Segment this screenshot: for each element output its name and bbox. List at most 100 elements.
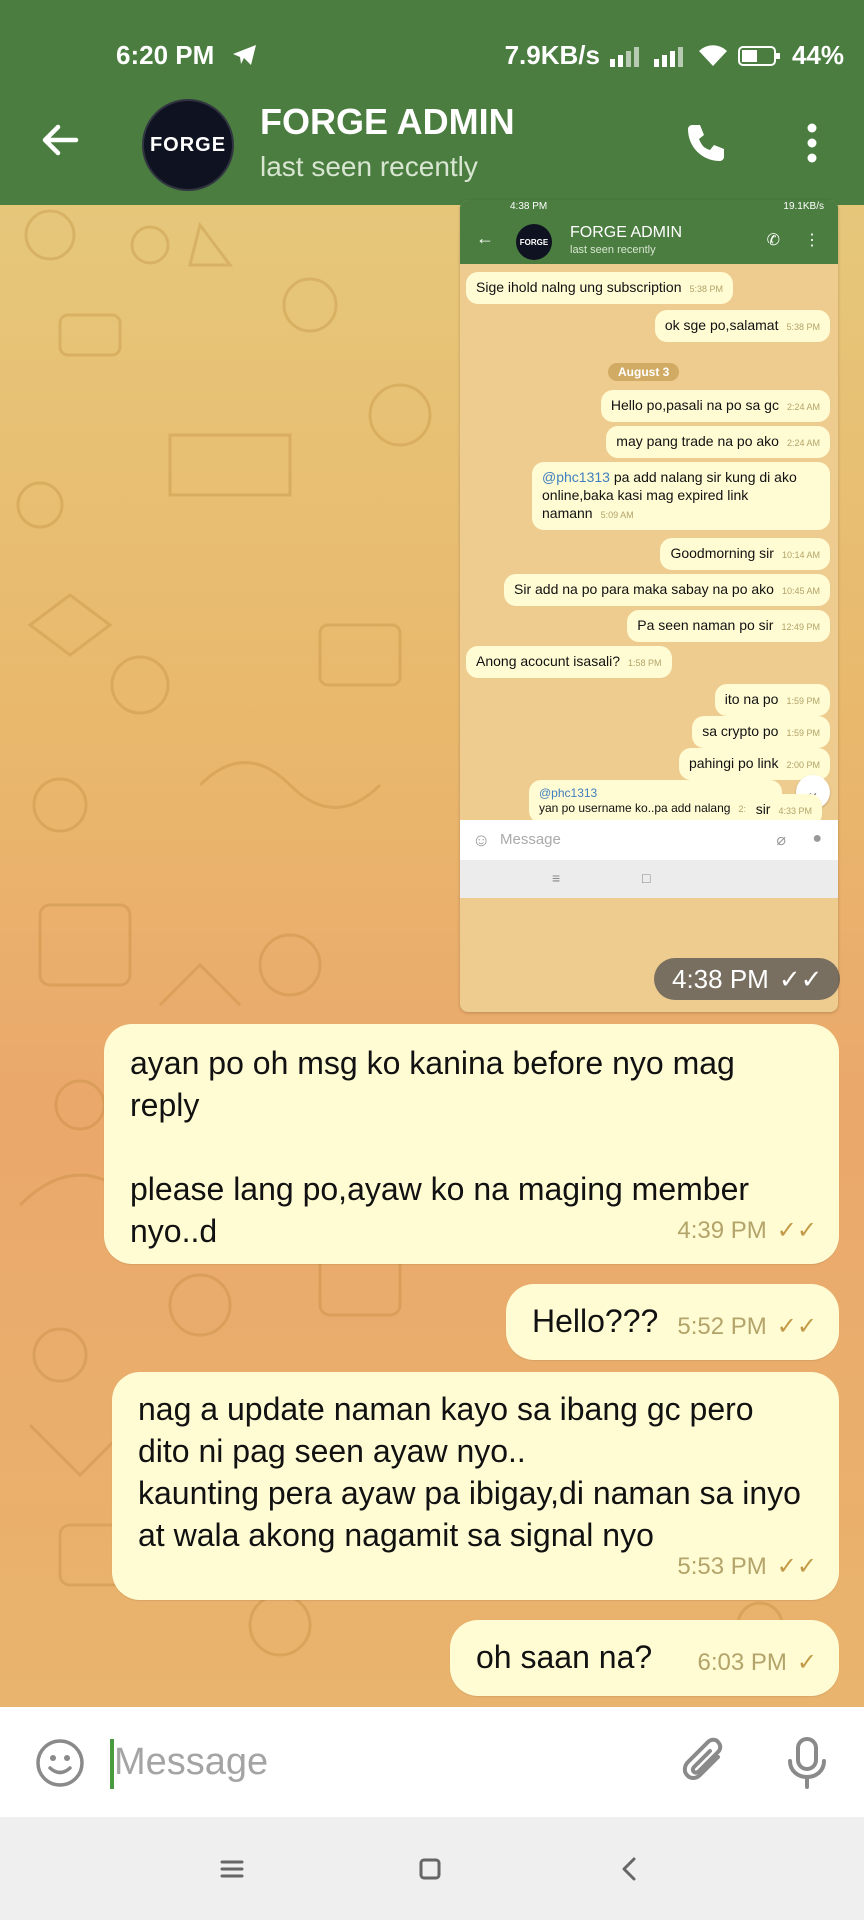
photo-msg-time: 2:00 PM — [786, 760, 820, 770]
photo-back-arrow-icon: ← — [476, 228, 494, 248]
more-vert-icon[interactable] — [796, 119, 828, 167]
message-time: 6:03 PM — [697, 1649, 787, 1676]
photo-msg-text: Goodmorning sir — [670, 545, 774, 561]
double-check-icon: ✓✓ — [776, 1217, 817, 1244]
photo-status-time: 4:38 PM — [510, 201, 548, 212]
photo-avatar: FORGE — [516, 224, 552, 260]
photo-emoji-icon: ☺ — [472, 830, 491, 850]
menu-icon[interactable] — [210, 1847, 254, 1891]
chat-header: FORGE FORGE ADMIN last seen recently — [0, 85, 864, 205]
photo-msg-time: 2:24 AM — [786, 438, 820, 448]
photo-input-placeholder: Message — [500, 831, 561, 848]
photo-status-speed: 19.1KB/s — [783, 201, 824, 212]
photo-msg-8: Anong acocunt isasali? 1:58 PM — [466, 646, 672, 678]
photo-msg-time: 10:14 AM — [781, 550, 820, 560]
telegram-notification-icon — [233, 45, 256, 65]
back-nav-icon[interactable] — [608, 1847, 652, 1891]
photo-msg-time: 5:38 PM — [786, 322, 820, 332]
message-meta: 5:52 PM ✓✓ — [677, 1306, 817, 1348]
photo-message[interactable]: 4:38 PM 19.1KB/s ← FORGE FORGE ADMIN las… — [460, 200, 838, 1012]
photo-input-bar: ☺ Message ⌀ ● — [460, 820, 838, 860]
photo-msg-text: Sige ihold nalng ung subscription — [476, 279, 682, 295]
system-nav-bar — [0, 1817, 864, 1920]
photo-msg-10: sa crypto po 1:59 PM — [692, 716, 830, 748]
photo-msg-time: 1:58 PM — [628, 658, 662, 668]
message-bubble[interactable]: oh saan na? 6:03 PM ✓ — [450, 1620, 839, 1696]
double-check-icon: ✓✓ — [778, 963, 823, 994]
message-meta: 4:39 PM ✓✓ — [677, 1210, 817, 1252]
back-arrow-icon[interactable] — [36, 115, 86, 165]
battery-icon — [737, 45, 780, 66]
status-right: 7.9KB/s 44% — [505, 40, 844, 71]
photo-attach-icon: ⌀ — [776, 832, 786, 849]
photo-msg-time: 1:59 PM — [786, 728, 820, 738]
message-meta: 6:03 PM ✓ — [698, 1642, 818, 1684]
wifi-icon — [698, 44, 727, 66]
message-time: 4:39 PM — [677, 1217, 767, 1244]
photo-msg-time: 1:59 PM — [786, 696, 820, 706]
photo-msg-5: Goodmorning sir 10:14 AM — [660, 538, 830, 570]
message-time: 5:52 PM — [677, 1313, 767, 1340]
photo-nav-bar: ≡ □ — [460, 860, 838, 898]
photo-msg-9: ito na po 1:59 PM — [714, 684, 830, 716]
photo-msg-2: Hello po,pasali na po sa gc 2:24 AM — [600, 390, 830, 422]
photo-msg-1: ok sge po,salamat 5:38 PM — [654, 310, 830, 342]
photo-msg-7: Pa seen naman po sir 12:49 PM — [627, 610, 830, 642]
photo-more-icon: ⋮ — [804, 232, 820, 249]
signal-icon — [609, 46, 639, 67]
photo-msg-text: Anong acocunt isasali? — [476, 653, 620, 669]
battery-percent: 44% — [791, 40, 844, 70]
attach-icon[interactable] — [680, 1735, 732, 1791]
photo-msg-time: 12:49 PM — [781, 622, 820, 632]
check-icon: ✓ — [796, 1649, 817, 1676]
avatar-text: FORGE — [149, 133, 227, 156]
photo-msg-text: may pang trade na po ako — [616, 433, 779, 449]
message-input[interactable]: Message — [114, 1741, 268, 1784]
photo-msg-mention: @phc1313 — [542, 469, 610, 485]
phone-icon[interactable] — [682, 119, 730, 167]
home-icon[interactable] — [408, 1847, 452, 1891]
avatar[interactable]: FORGE — [142, 99, 234, 191]
photo-date-separator: August 3 — [608, 363, 680, 381]
photo-avatar-text: FORGE — [519, 237, 549, 247]
photo-msg-4: @phc1313 pa add nalang sir kung di ako o… — [532, 462, 830, 530]
signal-icon-2 — [653, 46, 683, 67]
photo-menu-icon: ≡ — [552, 870, 561, 886]
photo-msg-0: Sige ihold nalng ung subscription 5:38 PM — [466, 272, 734, 304]
status-time: 6:20 PM — [116, 40, 215, 70]
double-check-icon: ✓✓ — [776, 1313, 817, 1340]
photo-status-bar: 4:38 PM 19.1KB/s — [460, 200, 838, 214]
photo-time: 4:38 PM — [672, 963, 769, 994]
photo-msg-3: may pang trade na po ako 2:24 AM — [606, 426, 830, 458]
message-bubble[interactable]: nag a update naman kayo sa ibang gc pero… — [112, 1372, 839, 1600]
photo-header: ← FORGE FORGE ADMIN last seen recently ✆… — [460, 214, 838, 264]
photo-msg-text: yan po username ko..pa add nalang — [538, 801, 731, 815]
photo-title: FORGE ADMIN — [570, 224, 683, 241]
mic-icon[interactable] — [782, 1735, 832, 1791]
message-input-bar: Message — [0, 1707, 864, 1817]
photo-msg-6: Sir add na po para maka sabay na po ako 1… — [504, 574, 830, 606]
photo-msg-time: 5:09 AM — [600, 510, 634, 520]
message-bubble[interactable]: ayan po oh msg ko kanina before nyo mag … — [104, 1024, 839, 1264]
photo-msg-time: 5:38 PM — [689, 284, 724, 294]
photo-msg-12: @phc1313 yan po username ko..pa add nala… — [528, 780, 782, 823]
photo-msg-time: 10:45 AM — [781, 586, 820, 596]
photo-msg-text: pahingi po link — [688, 755, 779, 771]
chat-subtitle: last seen recently — [260, 151, 478, 182]
emoji-icon[interactable] — [34, 1737, 86, 1789]
photo-subtitle: last seen recently — [570, 244, 656, 256]
photo-msg-text: ok sge po,salamat — [664, 317, 779, 333]
photo-timestamp: 4:38 PM ✓✓ — [654, 958, 841, 1000]
photo-msg-text: sa crypto po — [702, 723, 779, 739]
message-bubble[interactable]: Hello??? 5:52 PM ✓✓ — [506, 1284, 839, 1360]
photo-msg-text: Sir add na po para maka sabay na po ako — [514, 581, 774, 597]
photo-msg-text: ito na po — [724, 691, 779, 707]
photo-msg-time: 2:24 AM — [786, 402, 820, 412]
message-meta: 5:53 PM ✓✓ — [677, 1546, 817, 1588]
photo-mic-icon: ● — [812, 830, 822, 847]
photo-phone-icon: ✆ — [766, 232, 780, 249]
message-text: ayan po oh msg ko kanina before nyo mag … — [130, 1045, 750, 1249]
chat-title[interactable]: FORGE ADMIN — [260, 101, 515, 143]
photo-home-icon: □ — [642, 870, 651, 886]
message-time: 5:53 PM — [677, 1553, 767, 1580]
